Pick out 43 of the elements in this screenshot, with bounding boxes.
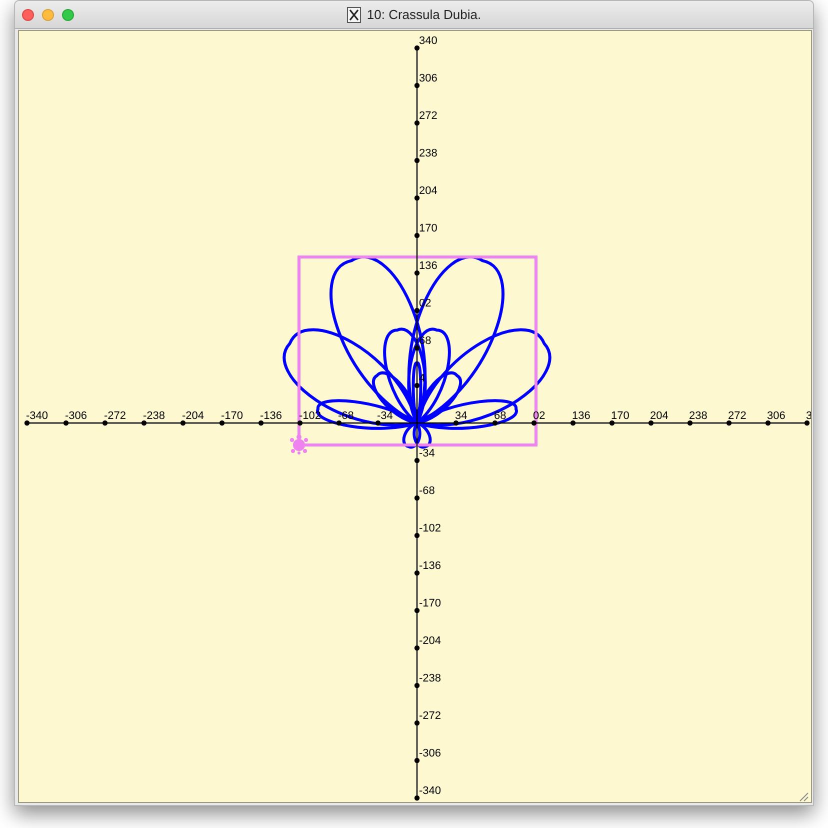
tick-label: 68 — [494, 410, 506, 422]
x-app-icon — [346, 6, 361, 22]
resize-grip-icon[interactable] — [797, 790, 809, 802]
tick-label: -340 — [419, 785, 442, 797]
tick-label: -136 — [260, 410, 282, 422]
close-button[interactable] — [22, 8, 34, 20]
tick-label: -340 — [26, 410, 48, 422]
tick-label: -170 — [221, 410, 244, 422]
tick-label: 272 — [419, 110, 438, 122]
window-title: 10: Crassula Dubia. — [366, 6, 482, 24]
tick-label: -238 — [143, 410, 166, 422]
tick-label: 272 — [728, 410, 746, 422]
tick-label: -306 — [419, 748, 442, 760]
tick-label: -272 — [104, 410, 126, 422]
tick-label: -306 — [65, 410, 88, 422]
tick-label: 3 — [806, 410, 812, 422]
tick-label: -136 — [419, 560, 442, 572]
tick-label: 136 — [419, 260, 438, 272]
tick-label: 34 — [455, 410, 468, 422]
tick-label: -204 — [182, 410, 204, 422]
tick-label: -102 — [419, 522, 442, 534]
tick-label: 340 — [419, 35, 438, 47]
tick-label: -34 — [377, 410, 393, 422]
tick-label: 170 — [419, 222, 438, 234]
minimize-button[interactable] — [42, 8, 54, 20]
tick-label: 02 — [533, 410, 546, 422]
tick-label: -102 — [299, 410, 322, 422]
tick-label: -204 — [419, 635, 442, 647]
tick-label: 136 — [572, 410, 590, 422]
tick-label: 170 — [611, 410, 630, 422]
tick-label: -272 — [419, 710, 442, 722]
tick-label: 204 — [650, 410, 668, 422]
tick-label: 306 — [767, 410, 786, 422]
tick-label: 204 — [419, 185, 438, 197]
tick-label: -238 — [419, 672, 442, 684]
tick-label: 238 — [419, 148, 438, 160]
turtle-icon — [290, 434, 308, 454]
zoom-button[interactable] — [62, 8, 74, 20]
tick-label: -170 — [419, 598, 442, 610]
tick-label: -34 — [419, 448, 435, 460]
tick-label: 238 — [689, 410, 708, 422]
tick-label: 306 — [419, 72, 438, 84]
tick-label: -68 — [419, 485, 435, 497]
